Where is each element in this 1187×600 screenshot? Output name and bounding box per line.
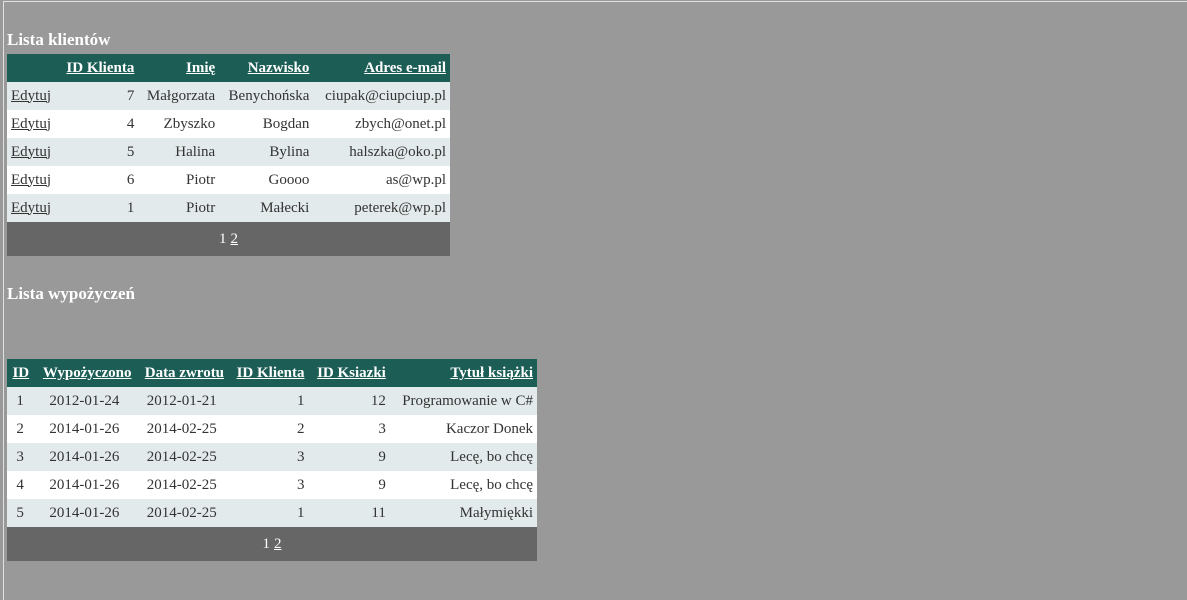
return-date-cell: 2014-02-25 [135,471,229,499]
rental-id-cell: 5 [7,499,34,527]
client-id-cell: 3 [228,443,309,471]
return-date-cell: 2014-02-25 [135,499,229,527]
edit-link[interactable]: Edytuj [11,116,51,132]
book-id-cell: 11 [308,499,390,527]
client-id-cell: 5 [57,138,139,166]
column-header-client-id[interactable]: ID Klienta [228,359,309,387]
pager-current-page: 1 [219,230,227,247]
table-row: Edytuj 5 Halina Bylina halszka@oko.pl [7,138,450,166]
last-name-cell: Bogdan [219,110,314,138]
rental-id-cell: 1 [7,387,34,415]
rental-id-cell: 2 [7,415,34,443]
rental-id-cell: 3 [7,443,34,471]
book-id-cell: 12 [308,387,390,415]
table-row: 4 2014-01-26 2014-02-25 3 9 Lecę, bo chc… [7,471,537,499]
pager-current-page: 1 [262,535,271,552]
borrowed-date-cell: 2014-01-26 [33,443,136,471]
book-id-cell: 9 [308,443,390,471]
borrowed-date-cell: 2014-01-26 [33,471,136,499]
client-id-cell: 3 [228,471,309,499]
table-header-row: ID Wypożyczono Data zwrotu ID Klienta ID… [7,359,537,387]
first-name-cell: Małgorzata [138,82,220,110]
book-id-cell: 9 [308,471,390,499]
edit-link[interactable]: Edytuj [11,200,51,216]
column-header-email[interactable]: Adres e-mail [313,54,450,82]
client-id-cell: 1 [57,194,139,222]
last-name-cell: Bylina [219,138,314,166]
rentals-pager: 12 [7,527,537,561]
return-date-cell: 2012-01-21 [135,387,229,415]
book-title-cell: Programowanie w C# [389,387,537,415]
return-date-cell: 2014-02-25 [135,443,229,471]
client-id-cell: 1 [228,387,309,415]
first-name-cell: Piotr [138,194,220,222]
clients-table: ID Klienta Imię Nazwisko Adres e-mail Ed… [7,54,450,256]
last-name-cell: Goooo [219,166,314,194]
book-title-cell: Lecę, bo chcę [389,443,537,471]
table-row: Edytuj 7 Małgorzata Benychońska ciupak@c… [7,82,450,110]
column-header-return-date[interactable]: Data zwrotu [135,359,229,387]
email-cell: halszka@oko.pl [313,138,450,166]
column-header-edit [7,54,58,82]
column-header-last-name[interactable]: Nazwisko [219,54,314,82]
client-id-cell: 1 [228,499,309,527]
table-row: 2 2014-01-26 2014-02-25 2 3 Kaczor Donek [7,415,537,443]
table-row: Edytuj 4 Zbyszko Bogdan zbych@onet.pl [7,110,450,138]
rentals-section-title: Lista wypożyczeń [7,284,135,303]
table-row: 3 2014-01-26 2014-02-25 3 9 Lecę, bo chc… [7,443,537,471]
edit-link[interactable]: Edytuj [11,172,51,188]
pager-page-link[interactable]: 2 [274,536,282,552]
column-header-first-name[interactable]: Imię [138,54,220,82]
column-header-book-title[interactable]: Tytuł książki [389,359,537,387]
borrowed-date-cell: 2014-01-26 [33,415,136,443]
table-row: Edytuj 1 Piotr Małecki peterek@wp.pl [7,194,450,222]
first-name-cell: Zbyszko [138,110,220,138]
client-id-cell: 6 [57,166,139,194]
clients-section-title: Lista klientów [7,30,111,49]
book-id-cell: 3 [308,415,390,443]
book-title-cell: Lecę, bo chcę [389,471,537,499]
email-cell: zbych@onet.pl [313,110,450,138]
return-date-cell: 2014-02-25 [135,415,229,443]
email-cell: as@wp.pl [313,166,450,194]
clients-pager: 12 [7,222,450,256]
first-name-cell: Piotr [138,166,220,194]
last-name-cell: Małecki [219,194,314,222]
email-cell: peterek@wp.pl [313,194,450,222]
first-name-cell: Halina [138,138,220,166]
last-name-cell: Benychońska [219,82,314,110]
column-header-client-id[interactable]: ID Klienta [57,54,139,82]
client-id-cell: 7 [57,82,139,110]
pager-page-link[interactable]: 2 [231,231,239,247]
table-header-row: ID Klienta Imię Nazwisko Adres e-mail [7,54,450,82]
borrowed-date-cell: 2012-01-24 [33,387,136,415]
client-id-cell: 4 [57,110,139,138]
book-title-cell: Małymiękki [389,499,537,527]
book-title-cell: Kaczor Donek [389,415,537,443]
rental-id-cell: 4 [7,471,34,499]
edit-link[interactable]: Edytuj [11,144,51,160]
rentals-table: ID Wypożyczono Data zwrotu ID Klienta ID… [7,359,537,561]
table-row: 1 2012-01-24 2012-01-21 1 12 Programowan… [7,387,537,415]
column-header-borrowed[interactable]: Wypożyczono [33,359,136,387]
email-cell: ciupak@ciupciup.pl [313,82,450,110]
table-row: Edytuj 6 Piotr Goooo as@wp.pl [7,166,450,194]
table-row: 5 2014-01-26 2014-02-25 1 11 Małymiękki [7,499,537,527]
client-id-cell: 2 [228,415,309,443]
borrowed-date-cell: 2014-01-26 [33,499,136,527]
column-header-id[interactable]: ID [7,359,34,387]
edit-link[interactable]: Edytuj [11,88,51,104]
column-header-book-id[interactable]: ID Ksiazki [308,359,390,387]
